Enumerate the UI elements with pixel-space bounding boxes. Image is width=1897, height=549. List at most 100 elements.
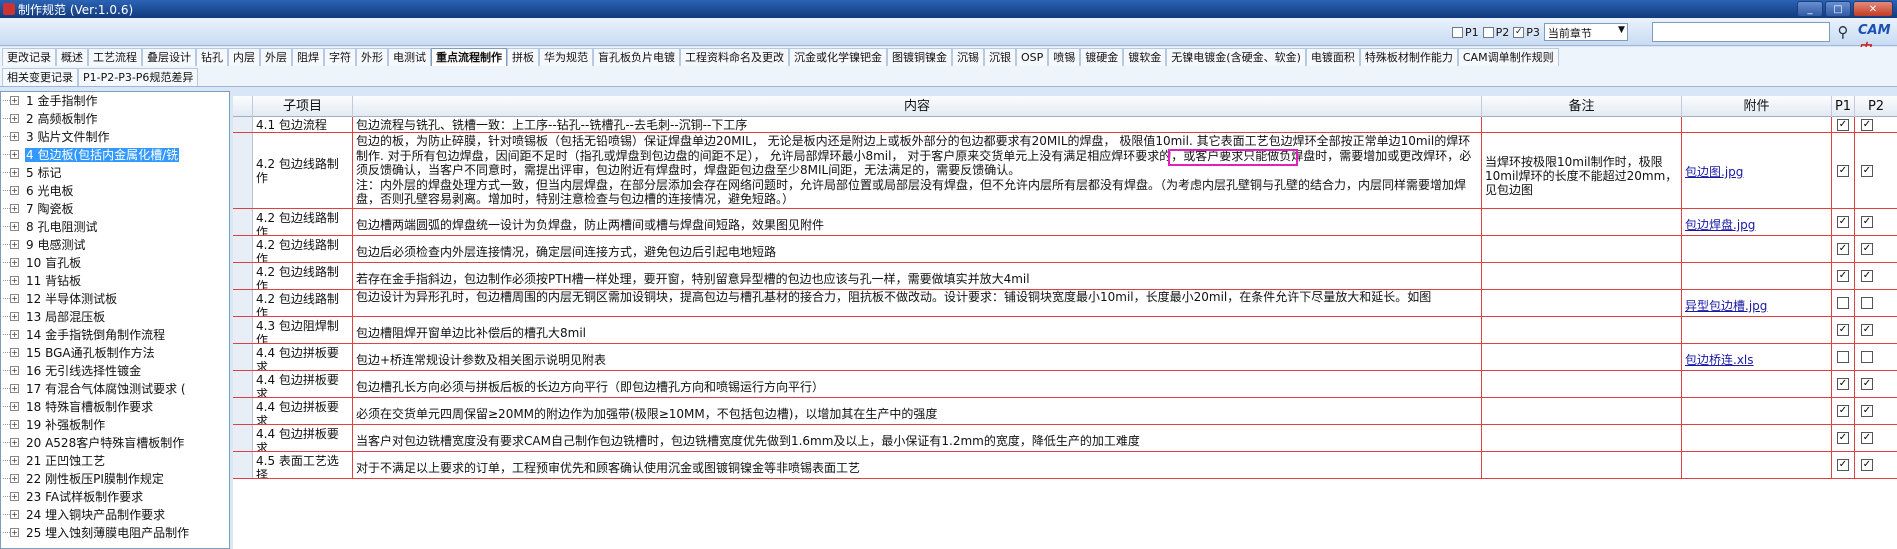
tree-item[interactable]: +19 补强板制作 — [1, 416, 229, 434]
tab-3[interactable]: 叠层设计 — [142, 48, 196, 66]
p2-checkbox[interactable] — [1861, 351, 1873, 363]
tree-item[interactable]: +5 标记 — [1, 164, 229, 182]
tree-item[interactable]: +6 光电板 — [1, 182, 229, 200]
expand-icon[interactable]: + — [3, 528, 19, 537]
p2-checkbox[interactable]: ✓ — [1861, 118, 1873, 131]
tab-row2-1[interactable]: P1-P2-P3-P6规范差异 — [78, 68, 199, 86]
expand-icon[interactable]: + — [3, 510, 19, 519]
maximize-button[interactable]: □ — [1825, 1, 1851, 17]
p2-checkbox[interactable]: ✓ — [1861, 378, 1873, 390]
tab-5[interactable]: 内层 — [228, 48, 260, 66]
tab-18[interactable]: 沉锡 — [952, 48, 984, 66]
tree-item[interactable]: +13 局部混压板 — [1, 308, 229, 326]
tab-23[interactable]: 镀软金 — [1123, 48, 1167, 66]
attachment-link[interactable]: 异型包边槽.jpg — [1685, 299, 1767, 313]
tree-item[interactable]: +25 埋入蚀刻薄膜电阻产品制作 — [1, 524, 229, 542]
expand-icon[interactable]: + — [3, 492, 19, 501]
expand-icon[interactable]: + — [3, 168, 19, 177]
tree-item[interactable]: +14 金手指铣倒角制作流程 — [1, 326, 229, 344]
row-selector[interactable] — [233, 236, 253, 262]
attachment-link[interactable]: 包边图.jpg — [1685, 165, 1743, 179]
tree-item[interactable]: +16 无引线选择性镀金 — [1, 362, 229, 380]
p1-checkbox[interactable]: ✓ — [1837, 270, 1849, 282]
tree-item[interactable]: +8 孔电阻测试 — [1, 218, 229, 236]
expand-icon[interactable]: + — [3, 366, 19, 375]
tree-item[interactable]: +1 金手指制作 — [1, 92, 229, 110]
table-row[interactable]: 4.3 包边阻焊制作 包边槽阻焊开窗单边比补偿后的槽孔大8mil ✓ ✓ — [233, 317, 1897, 344]
close-button[interactable]: ✕ — [1853, 1, 1893, 17]
table-row[interactable]: 4.2 包边线路制作 包边槽两端圆弧的焊盘统一设计为负焊盘，防止两槽间或槽与焊盘间… — [233, 209, 1897, 236]
tree-item[interactable]: +23 FA试样板制作要求 — [1, 488, 229, 506]
p2-checkbox[interactable]: ✓ — [1861, 432, 1873, 444]
tree-item[interactable]: +18 特殊盲槽板制作要求 — [1, 398, 229, 416]
filter-p2[interactable]: P2 — [1482, 26, 1509, 39]
tree-item[interactable]: +20 A528客户特殊盲槽板制作 — [1, 434, 229, 452]
expand-icon[interactable]: + — [3, 240, 19, 249]
p2-checkbox[interactable]: ✓ — [1861, 216, 1873, 228]
tree-item[interactable]: +4 包边板(包括内金属化槽/铣 — [1, 146, 229, 164]
table-row[interactable]: 4.4 包边拼板要求 当客户对包边铣槽宽度没有要求CAM自己制作包边铣槽时，包边铣… — [233, 425, 1897, 452]
p2-checkbox[interactable] — [1861, 297, 1873, 309]
tree-item[interactable]: +12 半导体测试板 — [1, 290, 229, 308]
header-p2[interactable]: P2 — [1855, 96, 1897, 117]
expand-icon[interactable]: + — [3, 384, 19, 393]
expand-icon[interactable]: + — [3, 330, 19, 339]
attachment-link[interactable]: 包边桥连.xls — [1685, 353, 1754, 367]
table-row[interactable]: 4.2 包边线路制作 包边设计为异形孔时，包边槽周围的内层无铜区需加设铜块，提高包… — [233, 290, 1897, 317]
expand-icon[interactable]: + — [3, 114, 19, 123]
filter-p3-checkbox[interactable]: ✓ — [1513, 26, 1525, 38]
expand-icon[interactable]: + — [3, 420, 19, 429]
header-p1[interactable]: P1 — [1832, 96, 1855, 117]
p2-checkbox[interactable]: ✓ — [1861, 324, 1873, 336]
expand-icon[interactable]: + — [3, 276, 19, 285]
row-selector[interactable] — [233, 317, 253, 343]
attachment-link[interactable]: 包边焊盘.jpg — [1685, 218, 1755, 232]
tree-item[interactable]: +17 有混合气体腐蚀测试要求 ( — [1, 380, 229, 398]
p2-checkbox[interactable]: ✓ — [1861, 405, 1873, 417]
expand-icon[interactable]: + — [3, 294, 19, 303]
minimize-button[interactable]: _ — [1797, 1, 1823, 17]
row-selector[interactable] — [233, 133, 253, 208]
row-selector[interactable] — [233, 425, 253, 451]
p1-checkbox[interactable] — [1837, 297, 1849, 309]
expand-icon[interactable]: + — [3, 402, 19, 411]
tree-item[interactable]: +2 高频板制作 — [1, 110, 229, 128]
tab-26[interactable]: 特殊板材制作能力 — [1359, 48, 1458, 66]
tree-item[interactable]: +21 正凹蚀工艺 — [1, 452, 229, 470]
search-input[interactable] — [1652, 22, 1830, 42]
row-selector[interactable] — [233, 290, 253, 316]
tab-10[interactable]: 电测试 — [388, 48, 431, 66]
row-selector[interactable] — [233, 398, 253, 424]
p1-checkbox[interactable] — [1837, 351, 1849, 363]
tab-11[interactable]: 重点流程制作 — [431, 48, 507, 66]
table-row[interactable]: 4.4 包边拼板要求 包边槽孔长方向必须与拼板后板的长边方向平行（即包边槽孔方向和… — [233, 371, 1897, 398]
expand-icon[interactable]: + — [3, 186, 19, 195]
tab-row2-0[interactable]: 相关变更记录 — [2, 68, 78, 86]
header-content[interactable]: 内容 — [353, 96, 1482, 117]
tab-0[interactable]: 更改记录 — [2, 48, 56, 66]
p2-checkbox[interactable]: ✓ — [1861, 459, 1873, 471]
tree-item[interactable]: +3 贴片文件制作 — [1, 128, 229, 146]
expand-icon[interactable]: + — [3, 132, 19, 141]
tab-25[interactable]: 电镀面积 — [1305, 48, 1360, 66]
row-selector[interactable] — [233, 263, 253, 289]
table-row[interactable]: 4.1 包边流程 包边流程与铣孔、铣槽一致：上工序--钻孔--铣槽孔--去毛刺--… — [233, 117, 1897, 133]
expand-icon[interactable]: + — [3, 258, 19, 267]
header-row-selector[interactable] — [233, 96, 253, 117]
tab-15[interactable]: 工程资料命名及更改 — [680, 48, 789, 66]
chapter-select[interactable]: 当前章节 ▼ — [1543, 23, 1628, 41]
tree-item[interactable]: +7 陶瓷板 — [1, 200, 229, 218]
expand-icon[interactable]: + — [3, 456, 19, 465]
tab-1[interactable]: 概述 — [56, 48, 88, 66]
p1-checkbox[interactable]: ✓ — [1837, 405, 1849, 417]
search-icon[interactable]: ⚲ — [1832, 21, 1854, 43]
p1-checkbox[interactable]: ✓ — [1837, 459, 1849, 471]
filter-p3[interactable]: ✓ P3 — [1513, 26, 1540, 39]
tab-9[interactable]: 外形 — [356, 48, 388, 66]
p1-checkbox[interactable]: ✓ — [1837, 118, 1849, 131]
chapter-tree[interactable]: +1 金手指制作 +2 高频板制作 +3 贴片文件制作 +4 包边板(包括内金属化槽/… — [0, 91, 230, 549]
tab-22[interactable]: 镀硬金 — [1080, 48, 1124, 66]
expand-icon[interactable]: + — [3, 312, 19, 321]
expand-icon[interactable]: + — [3, 150, 19, 159]
tab-7[interactable]: 阻焊 — [292, 48, 324, 66]
